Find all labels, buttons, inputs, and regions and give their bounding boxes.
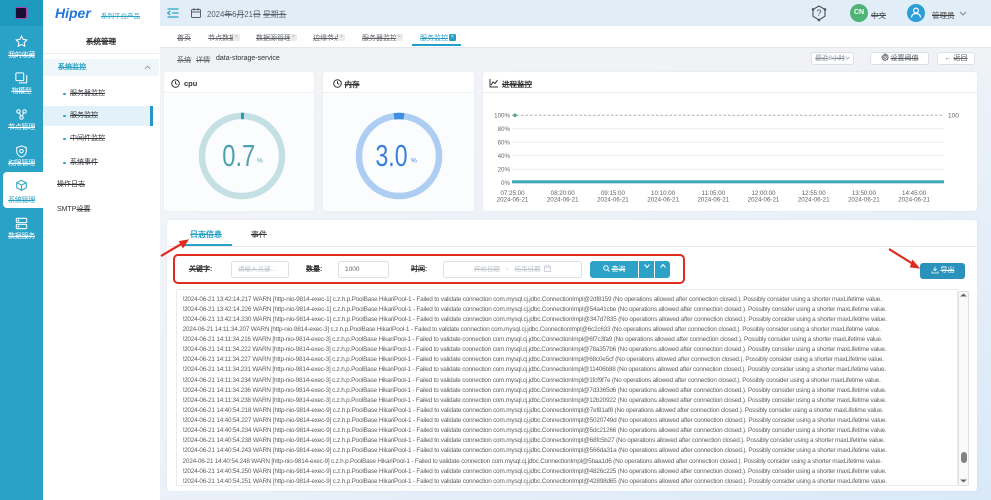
svg-text:3.0: 3.0: [376, 138, 408, 173]
svg-text:20%: 20%: [498, 167, 511, 174]
svg-text:60%: 60%: [498, 140, 511, 147]
svg-text:%: %: [257, 158, 263, 165]
svg-text:100%: 100%: [494, 113, 510, 120]
svg-text:0.7: 0.7: [222, 138, 255, 173]
svg-text:%: %: [411, 158, 417, 165]
svg-text:2024-06-21: 2024-06-21: [547, 197, 579, 204]
svg-text:100: 100: [948, 113, 959, 120]
svg-text:40%: 40%: [498, 153, 511, 160]
svg-text:?: ?: [816, 8, 821, 18]
svg-text:80%: 80%: [498, 126, 511, 133]
svg-text:2024-06-21: 2024-06-21: [697, 197, 729, 204]
svg-text:2024-06-21: 2024-06-21: [597, 197, 629, 204]
svg-text:2024-06-21: 2024-06-21: [848, 197, 880, 204]
svg-text:2024-06-21: 2024-06-21: [647, 197, 679, 204]
svg-text:2024-06-21: 2024-06-21: [497, 197, 529, 204]
svg-text:2024-06-21: 2024-06-21: [748, 197, 780, 204]
svg-text:2024-06-21: 2024-06-21: [898, 197, 930, 204]
svg-text:2024-06-21: 2024-06-21: [798, 197, 830, 204]
svg-text:0%: 0%: [501, 180, 510, 187]
